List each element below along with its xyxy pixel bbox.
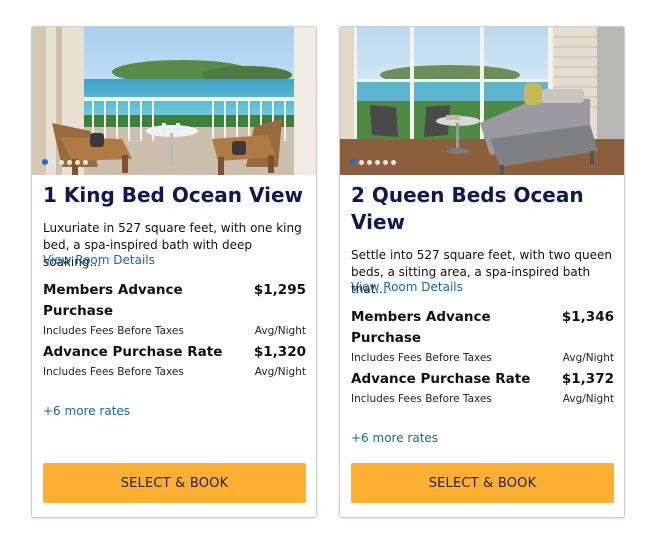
rate-name: Advance Purchase Rate [351, 371, 531, 387]
select-and-book-button[interactable]: SELECT & BOOK [43, 463, 306, 503]
rate-name: Advance Purchase Rate [43, 344, 223, 360]
room-card: 1 King Bed Ocean View Luxuriate in 527 s… [31, 26, 317, 518]
rate-name: Members Advance Purchase [351, 309, 491, 346]
carousel-dot[interactable] [367, 159, 372, 165]
rate-price: $1,320 [253, 344, 306, 360]
rate-unit: Avg/Night [562, 393, 614, 405]
carousel-dot[interactable] [383, 159, 388, 165]
carousel-indicator[interactable] [42, 159, 88, 165]
carousel-dot[interactable] [83, 159, 88, 165]
rate-option[interactable]: Advance Purchase Rate $1,320 Includes Fe… [43, 342, 306, 379]
carousel-indicator[interactable] [350, 159, 396, 165]
rate-price: $1,372 [561, 371, 614, 387]
carousel-dot[interactable] [75, 159, 80, 165]
room-lounge-balcony-photo [340, 27, 624, 175]
room-photo[interactable] [340, 27, 624, 175]
select-and-book-button[interactable]: SELECT & BOOK [351, 463, 614, 503]
view-room-details-link[interactable]: View Room Details [43, 252, 155, 269]
rate-unit: Avg/Night [254, 366, 306, 378]
rate-option[interactable]: Members Advance Purchase $1,346 Includes… [351, 307, 614, 365]
room-title: 1 King Bed Ocean View [43, 183, 303, 207]
rate-option[interactable]: Members Advance Purchase $1,295 Includes… [43, 280, 306, 338]
carousel-dot[interactable] [359, 159, 364, 165]
carousel-dot[interactable] [375, 159, 380, 165]
carousel-dot-active[interactable] [350, 159, 356, 165]
carousel-dot[interactable] [391, 159, 396, 165]
carousel-dot[interactable] [67, 159, 72, 165]
more-rates-link[interactable]: +6 more rates [351, 430, 438, 446]
carousel-dot-active[interactable] [42, 159, 48, 165]
rate-option[interactable]: Advance Purchase Rate $1,372 Includes Fe… [351, 369, 614, 406]
rate-unit: Avg/Night [254, 325, 306, 337]
rate-name: Members Advance Purchase [43, 282, 183, 319]
carousel-dot[interactable] [51, 159, 56, 165]
view-room-details-link[interactable]: View Room Details [351, 279, 463, 296]
carousel-dot[interactable] [59, 159, 64, 165]
rate-unit: Avg/Night [562, 352, 614, 364]
room-card: 2 Queen Beds Ocean View Settle into 527 … [339, 26, 625, 518]
balcony-ocean-view-photo [32, 27, 316, 175]
room-title: 2 Queen Beds Ocean View [351, 183, 584, 234]
rate-price: $1,346 [561, 309, 614, 325]
rate-price: $1,295 [253, 282, 306, 298]
room-photo[interactable] [32, 27, 316, 175]
more-rates-link[interactable]: +6 more rates [43, 403, 130, 419]
